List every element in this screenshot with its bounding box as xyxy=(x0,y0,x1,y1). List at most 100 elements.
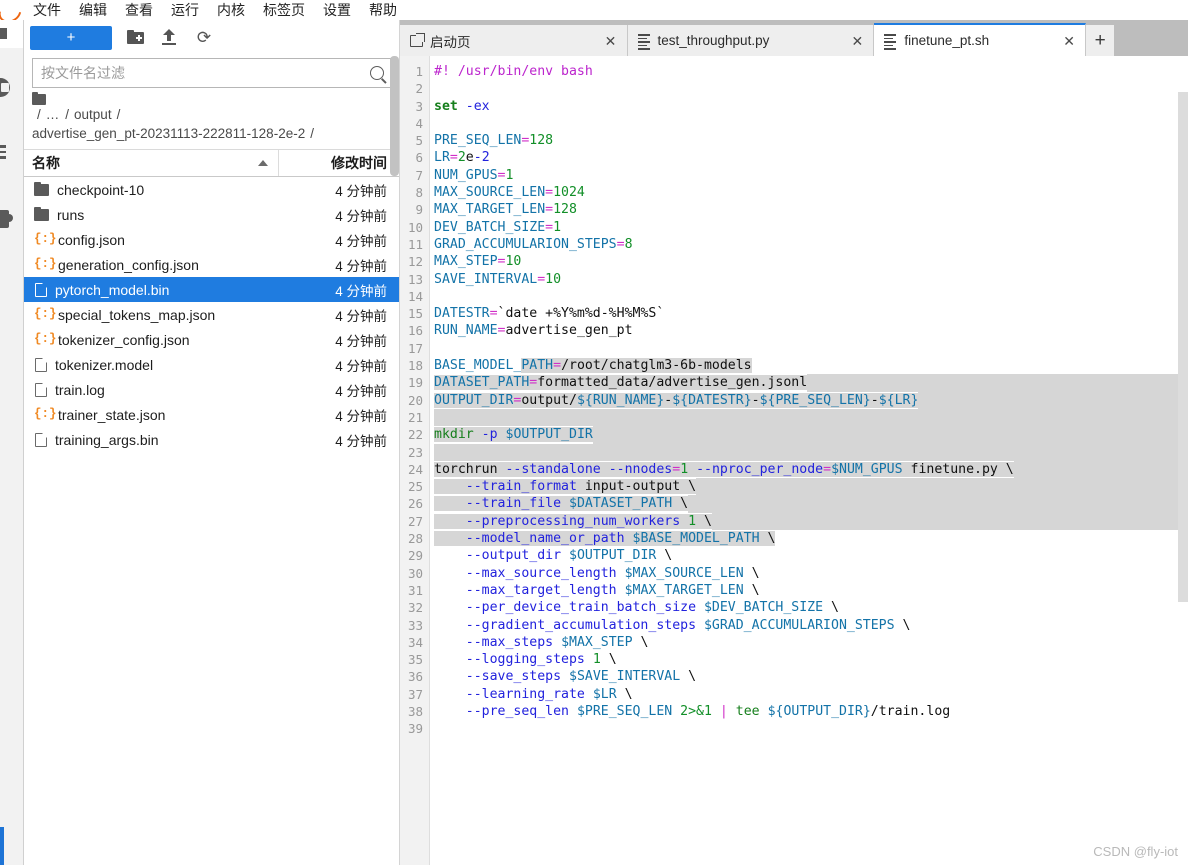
menu-item-2[interactable]: 查看 xyxy=(116,0,162,20)
line-number: 5 xyxy=(415,133,423,149)
code-token xyxy=(434,479,466,495)
new-tab-button[interactable]: + xyxy=(1086,25,1115,56)
code-token: = xyxy=(537,271,546,287)
code-area: 1 2 3 4 5 6 7 8 9 10 11 12 13 14 15 16 17 18 19 20 21 22 23 24 2… xyxy=(400,56,1188,865)
code-line: GRAD_ACCUMULARION_STEPS=8 xyxy=(434,236,1188,253)
file-icon xyxy=(35,382,47,397)
refresh-icon[interactable]: ⟳ xyxy=(194,28,214,48)
file-row[interactable]: train.log 4 分钟前 xyxy=(24,377,399,402)
line-number: 20 xyxy=(407,392,423,408)
file-row[interactable]: runs 4 分钟前 xyxy=(24,202,399,227)
file-name: special_tokens_map.json xyxy=(58,306,216,323)
line-number: 38 xyxy=(407,703,423,719)
file-row[interactable]: tokenizer.model 4 分钟前 xyxy=(24,352,399,377)
code-token xyxy=(497,427,506,443)
tab-close-icon[interactable]: ✕ xyxy=(603,34,619,48)
code-token: 1024 xyxy=(553,185,585,201)
new-launcher-button[interactable]: + xyxy=(30,26,112,50)
breadcrumb-separator: / xyxy=(116,107,121,122)
code-line: LR=2e-2 xyxy=(434,149,1188,166)
list-lines-icon[interactable] xyxy=(0,145,7,159)
file-row[interactable]: training_args.bin 4 分钟前 xyxy=(24,427,399,452)
file-name: checkpoint-10 xyxy=(57,181,145,198)
code-token: ${RUN_NAME} xyxy=(576,392,665,408)
file-browser-scrollbar[interactable] xyxy=(390,56,399,176)
rail-top-spacer xyxy=(0,20,23,48)
file-row[interactable]: {:} tokenizer_config.json 4 分钟前 xyxy=(24,327,399,352)
file-name: generation_config.json xyxy=(58,256,199,273)
code-token: $DATASET_PATH xyxy=(569,496,673,512)
tab-close-icon[interactable]: ✕ xyxy=(1061,34,1077,48)
code-line xyxy=(434,408,1188,427)
menu-item-0[interactable]: 文件 xyxy=(24,0,70,20)
code-token: LR xyxy=(434,150,450,166)
breadcrumb-item-5[interactable]: advertise_gen_pt-20231113-222811-128-2e-… xyxy=(32,124,305,143)
puzzle-extension-icon[interactable] xyxy=(0,210,13,228)
column-header-name[interactable]: 名称 xyxy=(24,150,279,176)
file-row[interactable]: pytorch_model.bin 4 分钟前 xyxy=(24,277,399,302)
new-folder-icon[interactable] xyxy=(126,28,146,48)
breadcrumb-item-3[interactable]: output xyxy=(74,105,112,124)
line-number: 28 xyxy=(407,531,423,547)
file-row[interactable]: {:} special_tokens_map.json 4 分钟前 xyxy=(24,302,399,327)
code-token: \ xyxy=(616,686,633,702)
code-content[interactable]: #! /usr/bin/env bash set -ex PRE_SEQ_LEN… xyxy=(430,56,1188,865)
editor-tab[interactable]: 启动页 ✕ xyxy=(400,25,628,56)
upload-icon[interactable] xyxy=(160,28,180,48)
selection-fill xyxy=(711,512,1188,531)
app-body: + ⟳ /…/output/advertise_gen_pt-20231113-… xyxy=(0,20,1188,865)
editor-tab[interactable]: test_throughput.py ✕ xyxy=(627,25,875,56)
line-number: 23 xyxy=(407,444,423,460)
code-token: 2>&1 xyxy=(680,703,712,719)
code-token: | xyxy=(719,703,728,719)
menu-item-7[interactable]: 帮助 xyxy=(360,0,406,20)
editor-tab[interactable]: finetune_pt.sh ✕ xyxy=(874,23,1087,56)
code-token: - xyxy=(870,392,879,408)
tab-close-icon[interactable]: ✕ xyxy=(849,34,865,48)
menu-item-4[interactable]: 内核 xyxy=(208,0,254,20)
json-icon: {:} xyxy=(34,232,57,246)
code-line: OUTPUT_DIR=output/${RUN_NAME}-${DATESTR}… xyxy=(434,391,1188,409)
file-row[interactable]: {:} config.json 4 分钟前 xyxy=(24,227,399,252)
breadcrumb: / … / output / advertise_gen_pt-20231113-2228… xyxy=(24,91,399,149)
editor-scrollbar[interactable] xyxy=(1178,92,1188,602)
selection-fill xyxy=(1013,460,1188,479)
watermark: CSDN @fly-iot xyxy=(1093,844,1178,859)
menu-item-6[interactable]: 设置 xyxy=(314,0,360,20)
code-token: MAX_SOURCE_LEN xyxy=(434,185,546,201)
folder-icon xyxy=(32,91,46,105)
line-number: 25 xyxy=(407,479,423,495)
line-number: 6 xyxy=(415,150,423,166)
menu-item-5[interactable]: 标签页 xyxy=(254,0,314,20)
code-token: --max_target_length xyxy=(465,582,617,598)
line-number: 21 xyxy=(407,409,423,425)
tabs-host: 启动页 ✕ test_throughput.py ✕ finetune_pt.sh ✕ xyxy=(400,23,1087,56)
tab-title: finetune_pt.sh xyxy=(904,33,990,48)
file-row[interactable]: {:} trainer_state.json 4 分钟前 xyxy=(24,402,399,427)
filter-input[interactable] xyxy=(41,65,366,81)
code-line: BASE_MODEL_PATH=/root/chatglm3-6b-models xyxy=(434,357,1188,374)
file-row[interactable]: checkpoint-10 4 分钟前 xyxy=(24,177,399,202)
file-name: train.log xyxy=(55,381,105,398)
menu-item-3[interactable]: 运行 xyxy=(162,0,208,20)
filter-box[interactable] xyxy=(32,58,391,88)
menu-item-1[interactable]: 编辑 xyxy=(70,0,116,20)
code-line: MAX_STEP=10 xyxy=(434,253,1188,270)
code-line: --train_format input-output \ xyxy=(434,478,1188,496)
code-token: DATASET_PATH xyxy=(434,375,530,391)
code-token: $GRAD_ACCUMULARION_STEPS xyxy=(703,617,895,633)
code-token: SAVE_INTERVAL xyxy=(434,271,538,287)
breadcrumb-item-1[interactable]: … xyxy=(46,105,61,124)
column-header-modified[interactable]: 修改时间 xyxy=(279,153,399,173)
code-token: \ xyxy=(696,513,712,529)
folder-open-icon[interactable] xyxy=(0,78,11,98)
file-row[interactable]: {:} generation_config.json 4 分钟前 xyxy=(24,252,399,277)
code-token: $NUM_GPUS xyxy=(831,461,903,477)
